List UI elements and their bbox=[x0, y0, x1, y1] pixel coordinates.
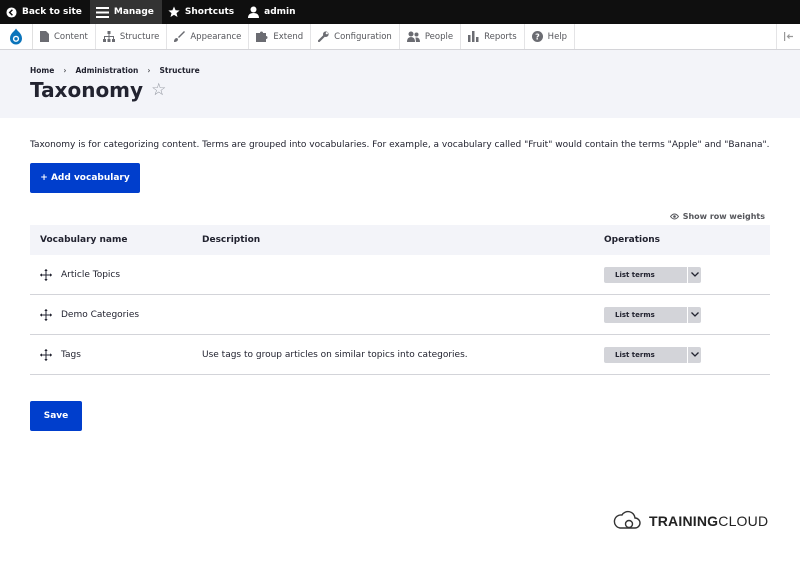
intro-text: Taxonomy is for categorizing content. Te… bbox=[30, 140, 770, 150]
breadcrumb-administration[interactable]: Administration bbox=[75, 66, 138, 75]
vocabulary-name: Demo Categories bbox=[61, 309, 140, 320]
drag-handle-icon[interactable] bbox=[40, 308, 52, 321]
manage-tab[interactable]: Manage bbox=[89, 0, 162, 24]
table-header: Vocabulary name Description Operations bbox=[30, 225, 770, 255]
page-title: Taxonomy ☆ bbox=[30, 78, 166, 102]
add-vocabulary-button[interactable]: + Add vocabulary bbox=[30, 163, 140, 193]
drag-handle-icon[interactable] bbox=[40, 268, 52, 281]
svg-text:?: ? bbox=[535, 32, 540, 41]
drag-handle-icon[interactable] bbox=[40, 348, 52, 361]
save-button[interactable]: Save bbox=[30, 401, 82, 431]
header-operations: Operations bbox=[604, 235, 661, 245]
tray-item-label: Help bbox=[547, 31, 568, 42]
table-row: Tags Use tags to group articles on simil… bbox=[30, 335, 770, 375]
breadcrumb-separator-icon: › bbox=[63, 66, 67, 75]
eye-icon bbox=[669, 213, 679, 220]
brand-bold: TRAINING bbox=[649, 513, 719, 529]
breadcrumb-separator-icon: › bbox=[147, 66, 151, 75]
wrench-icon bbox=[318, 31, 329, 42]
tray-item-extend[interactable]: Extend bbox=[249, 24, 312, 49]
shortcut-star-icon[interactable]: ☆ bbox=[151, 80, 166, 100]
tray-item-structure[interactable]: Structure bbox=[96, 24, 168, 49]
tray-item-help[interactable]: ? Help bbox=[525, 24, 576, 49]
header-vocabulary-name: Vocabulary name bbox=[40, 235, 128, 245]
drupal-logo-icon[interactable] bbox=[0, 24, 33, 49]
show-row-weights-link[interactable]: Show row weights bbox=[669, 212, 765, 221]
people-icon bbox=[406, 31, 420, 42]
chevron-down-icon[interactable] bbox=[687, 306, 701, 323]
paintbrush-icon bbox=[174, 31, 186, 42]
back-to-site-label: Back to site bbox=[22, 7, 82, 17]
vocabulary-table: Vocabulary name Description Operations A… bbox=[30, 225, 770, 375]
list-terms-button[interactable]: List terms bbox=[604, 266, 687, 283]
tray-orientation-toggle-icon[interactable] bbox=[776, 24, 800, 49]
tray-item-label: Configuration bbox=[334, 31, 392, 42]
user-tab[interactable]: admin bbox=[242, 0, 303, 24]
list-terms-button[interactable]: List terms bbox=[604, 346, 687, 363]
tray-item-appearance[interactable]: Appearance bbox=[167, 24, 250, 49]
tray-item-label: People bbox=[424, 31, 454, 42]
brand-light: CLOUD bbox=[718, 513, 769, 529]
back-arrow-icon bbox=[6, 6, 17, 18]
operations-dropbutton: List terms bbox=[604, 306, 770, 323]
tray-item-label: Extend bbox=[273, 31, 304, 42]
table-row: Article Topics List terms bbox=[30, 255, 770, 295]
vocabulary-name: Article Topics bbox=[61, 269, 121, 280]
brand-wordmark: TRAININGCLOUD bbox=[649, 513, 768, 529]
tray-item-label: Reports bbox=[484, 31, 517, 42]
manage-label: Manage bbox=[113, 7, 154, 17]
admin-toolbar: Back to site Manage Shortcuts admin bbox=[0, 0, 800, 24]
header-description: Description bbox=[202, 235, 261, 245]
cloud-icon bbox=[612, 507, 642, 535]
tray-item-reports[interactable]: Reports bbox=[461, 24, 525, 49]
vocabulary-name: Tags bbox=[61, 349, 81, 360]
show-row-weights-label: Show row weights bbox=[682, 212, 765, 221]
shortcuts-tab[interactable]: Shortcuts bbox=[162, 0, 242, 24]
operations-dropbutton: List terms bbox=[604, 346, 770, 363]
help-icon: ? bbox=[531, 31, 543, 42]
breadcrumb: Home › Administration › Structure bbox=[30, 66, 200, 75]
puzzle-icon bbox=[256, 31, 268, 42]
tray-item-people[interactable]: People bbox=[400, 24, 462, 49]
chevron-down-icon[interactable] bbox=[687, 346, 701, 363]
shortcuts-label: Shortcuts bbox=[184, 7, 235, 17]
tray-item-content[interactable]: Content bbox=[33, 24, 96, 49]
vocabulary-description: Use tags to group articles on similar to… bbox=[202, 349, 468, 360]
tray-item-configuration[interactable]: Configuration bbox=[311, 24, 400, 49]
document-icon bbox=[40, 31, 49, 42]
hamburger-icon bbox=[95, 6, 109, 18]
back-to-site-link[interactable]: Back to site bbox=[0, 0, 90, 24]
operations-dropbutton: List terms bbox=[604, 266, 770, 283]
bar-chart-icon bbox=[468, 31, 479, 42]
user-icon bbox=[248, 6, 260, 18]
page-title-text: Taxonomy bbox=[30, 78, 144, 102]
tray-item-label: Content bbox=[54, 31, 88, 42]
star-icon bbox=[168, 6, 180, 18]
sitemap-icon bbox=[102, 31, 115, 42]
trainingcloud-logo: TRAININGCLOUD bbox=[612, 507, 768, 535]
breadcrumb-home[interactable]: Home bbox=[30, 66, 54, 75]
page-header: Home › Administration › Structure Taxono… bbox=[0, 50, 800, 118]
table-row: Demo Categories List terms bbox=[30, 295, 770, 335]
admin-tray: Content Structure Appearance Extend Conf… bbox=[0, 24, 800, 50]
tray-item-label: Structure bbox=[119, 31, 160, 42]
breadcrumb-structure[interactable]: Structure bbox=[159, 66, 199, 75]
list-terms-button[interactable]: List terms bbox=[604, 306, 687, 323]
user-label: admin bbox=[264, 7, 296, 17]
tray-item-label: Appearance bbox=[190, 31, 242, 42]
chevron-down-icon[interactable] bbox=[687, 266, 701, 283]
